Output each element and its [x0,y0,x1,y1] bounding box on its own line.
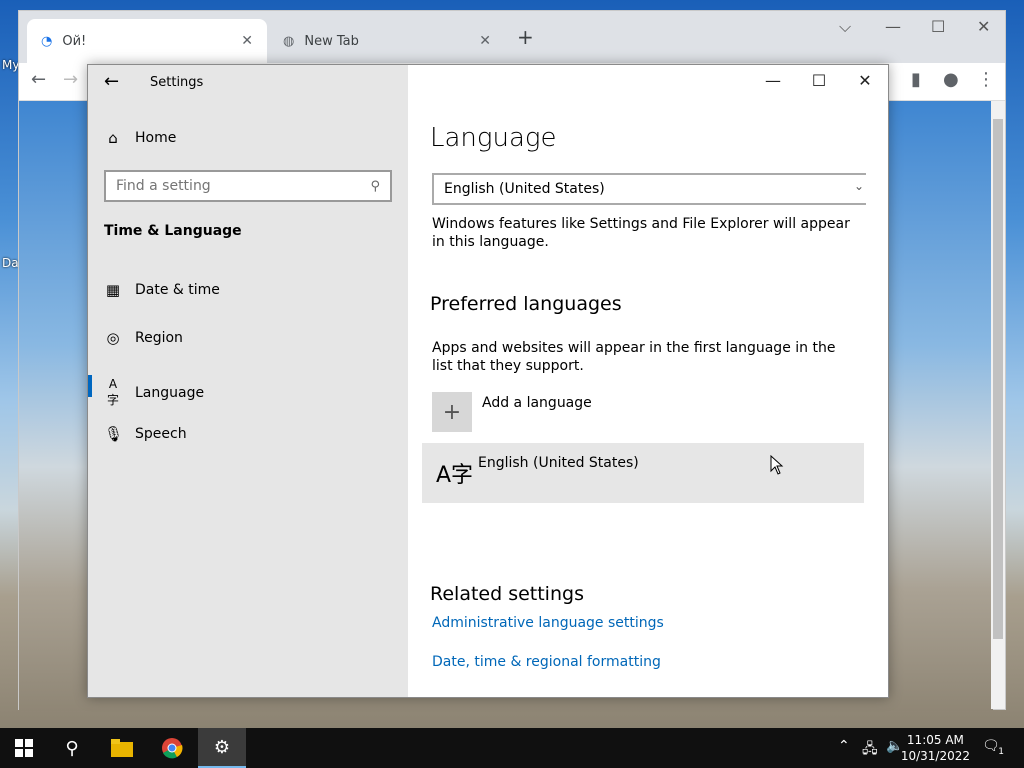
scrollbar-thumb[interactable] [993,119,1003,639]
sidebar-item-date-time[interactable]: ▦ Date & time [104,281,220,299]
settings-main-pane: — ☐ ✕ Language English (United States) ⌄… [408,65,888,697]
close-button[interactable]: ✕ [850,71,880,90]
search-icon[interactable]: ⚲ [48,728,96,768]
chevron-down-icon: ⌄ [853,179,864,193]
minimize-button[interactable]: — [758,71,788,90]
microphone-icon: 🎙 [104,425,124,443]
sidebar-item-home[interactable]: ⌂ Home [104,129,176,147]
chrome-icon[interactable] [148,728,196,768]
desktop-icon-label[interactable]: Da [2,256,19,270]
close-button[interactable]: ✕ [977,17,990,36]
sidebar-item-label: Speech [135,426,187,442]
more-menu-icon[interactable]: ⋮ [977,69,995,90]
settings-window: ← Settings ⌂ Home ⚲ Time & Language ▦ Da… [87,64,889,698]
start-button[interactable] [0,728,48,768]
maximize-button[interactable]: ☐ [931,17,945,36]
tab-title: New Tab [304,33,359,49]
administrative-language-settings-link[interactable]: Administrative language settings [432,615,664,631]
add-language-label[interactable]: Add a language [482,395,592,411]
maximize-button[interactable]: ☐ [804,71,834,90]
sidebar-item-speech[interactable]: 🎙 Speech [104,425,187,443]
dropdown-value: English (United States) [444,181,605,197]
active-indicator [88,375,92,397]
search-icon: ⚲ [370,178,380,194]
browser-tab-new[interactable]: ◍ New Tab ✕ [269,19,505,63]
windows-logo-icon [15,739,33,757]
settings-app-button[interactable]: ⚙ [198,728,246,768]
system-clock[interactable]: 11:05 AM 10/31/2022 [901,732,970,764]
chevron-up-icon[interactable]: ⌃ [838,738,850,754]
notification-center-button[interactable]: 🗨 1 [982,738,1010,757]
sidebar-item-label: Region [135,330,183,346]
search-field[interactable]: ⚲ [104,170,392,202]
clock-date: 10/31/2022 [900,749,970,763]
browser-tab-active[interactable]: ◔ Ой! ✕ [27,19,267,63]
section-heading: Time & Language [104,223,242,239]
preferred-languages-heading: Preferred languages [430,293,622,315]
chevron-down-icon[interactable]: ⌵ [839,17,851,37]
language-icon: A字 [436,463,474,488]
sidebar-item-label: Language [135,384,205,401]
related-settings-heading: Related settings [430,583,584,605]
date-time-regional-formatting-link[interactable]: Date, time & regional formatting [432,654,661,670]
network-icon[interactable]: 🖧 [862,738,878,762]
settings-sidebar: ← Settings ⌂ Home ⚲ Time & Language ▦ Da… [88,65,408,697]
notification-count: 1 [998,747,1004,757]
add-language-button[interactable]: + [432,392,472,432]
search-input[interactable] [116,178,371,194]
plus-icon: + [442,399,462,425]
window-title: Settings [150,75,204,90]
gear-icon: ⚙ [213,736,231,758]
close-icon[interactable]: ✕ [479,33,491,49]
page-title: Language [430,123,557,153]
forward-arrow-icon[interactable]: → [63,69,78,90]
chrome-logo-icon [162,738,183,759]
display-language-description: Windows features like Settings and File … [432,216,850,250]
display-language-dropdown[interactable]: English (United States) ⌄ [432,173,866,205]
minimize-button[interactable]: — [885,17,901,36]
clock-time: 11:05 AM [906,733,964,747]
vertical-scrollbar[interactable] [991,101,1005,709]
profile-avatar-icon[interactable]: ● [943,69,959,90]
file-explorer-icon[interactable] [98,728,146,768]
new-tab-button[interactable]: + [517,25,534,49]
tab-title: Ой! [62,33,87,49]
globe-icon: ◎ [106,329,120,347]
sidebar-icon[interactable]: ▮ [911,69,921,90]
sidebar-item-language[interactable]: A字 Language [104,377,204,408]
back-arrow-icon[interactable]: ← [31,69,46,90]
mouse-cursor-icon [770,455,784,475]
taskbar: ⚲ ⚙ ⌃ 🖧 🔈 11:05 AM 10/31/2022 🗨 1 [0,728,1024,768]
preferred-languages-description: Apps and websites will appear in the fir… [432,340,836,374]
browser-tab-strip: ◔ Ой! ✕ ◍ New Tab ✕ + ⌵ — ☐ ✕ [19,11,1005,63]
folder-icon [111,739,133,757]
calendar-clock-icon: ▦ [105,281,121,299]
language-icon: A字 [106,377,119,407]
close-icon[interactable]: ✕ [241,33,253,49]
home-icon: ⌂ [108,129,118,147]
sidebar-item-region[interactable]: ◎ Region [104,329,183,347]
desktop-icon-label[interactable]: My [2,58,19,72]
sidebar-item-label: Date & time [135,282,220,298]
back-arrow-icon[interactable]: ← [104,71,119,92]
sidebar-item-label: Home [135,130,177,146]
site-favicon-icon: ◔ [41,33,53,49]
language-name: English (United States) [478,455,639,471]
language-list-item[interactable]: A字 English (United States) [422,443,864,503]
chrome-favicon-icon: ◍ [283,33,295,49]
